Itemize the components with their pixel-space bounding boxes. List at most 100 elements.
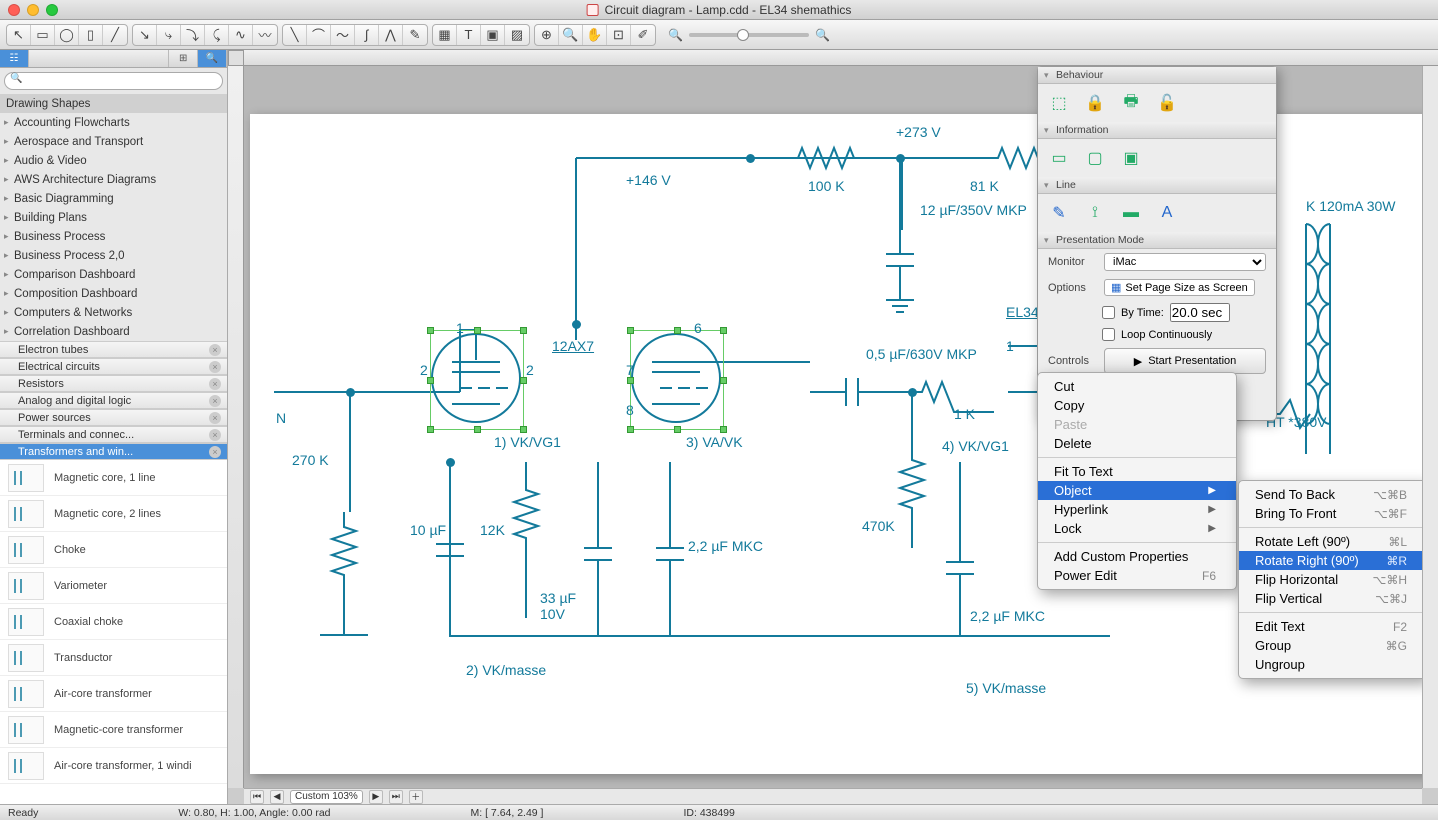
pan-icon[interactable]: ✋	[583, 25, 607, 45]
category-item[interactable]: Comparison Dashboard	[0, 265, 227, 284]
menu-item[interactable]: Power EditF6	[1038, 566, 1236, 585]
page-last-icon[interactable]: ⏭	[389, 790, 403, 804]
pointer-tool[interactable]: ↖	[7, 25, 31, 45]
menu-item[interactable]: Bring To Front⌥⌘F	[1239, 504, 1422, 523]
page-first-icon[interactable]: ⏮	[250, 790, 264, 804]
start-presentation-button[interactable]: ▶ Start Presentation	[1104, 348, 1266, 374]
category-item[interactable]: Correlation Dashboard	[0, 322, 227, 341]
draw-arc[interactable]: ⌒	[307, 25, 331, 45]
info-data-icon[interactable]: ▣	[1120, 147, 1142, 169]
ruler-vertical[interactable]	[228, 66, 244, 788]
minimize-icon[interactable]	[27, 4, 39, 16]
bytime-input[interactable]	[1170, 303, 1230, 322]
menu-item[interactable]: Send To Back⌥⌘B	[1239, 485, 1422, 504]
print-icon[interactable]: 🖶	[1120, 92, 1142, 114]
category-item[interactable]: Composition Dashboard	[0, 284, 227, 303]
shape-item[interactable]: Choke	[0, 532, 227, 568]
menu-item[interactable]: Copy	[1038, 396, 1236, 415]
close-library-icon[interactable]: ×	[209, 395, 221, 407]
category-item[interactable]: Aerospace and Transport	[0, 132, 227, 151]
category-item[interactable]: Business Process	[0, 227, 227, 246]
shape-item[interactable]: Coaxial choke	[0, 604, 227, 640]
rect-tool[interactable]: ▭	[31, 25, 55, 45]
open-library[interactable]: Terminals and connec...×	[0, 426, 227, 443]
close-icon[interactable]	[8, 4, 20, 16]
tab-grid[interactable]: ⊞	[169, 50, 198, 67]
connector-spline[interactable]: 〰	[253, 25, 277, 45]
menu-item[interactable]: Flip Vertical⌥⌘J	[1239, 589, 1422, 608]
shape-item[interactable]: Air-core transformer	[0, 676, 227, 712]
insert-image[interactable]: ▣	[481, 25, 505, 45]
menu-item[interactable]: Delete	[1038, 434, 1236, 453]
selection-box[interactable]	[430, 330, 524, 430]
page-next-icon[interactable]: ▶	[369, 790, 383, 804]
zoom-icon[interactable]: 🔍	[559, 25, 583, 45]
shape-item[interactable]: Magnetic core, 1 line	[0, 460, 227, 496]
draw-freehand[interactable]: ✎	[403, 25, 427, 45]
menu-item[interactable]: Ungroup	[1239, 655, 1422, 674]
zoom-out-icon[interactable]: 🔍	[668, 28, 683, 42]
open-library[interactable]: Resistors×	[0, 375, 227, 392]
open-library[interactable]: Analog and digital logic×	[0, 392, 227, 409]
menu-item[interactable]: Object▶	[1038, 481, 1236, 500]
tab-list[interactable]	[29, 50, 169, 67]
open-library[interactable]: Power sources×	[0, 409, 227, 426]
line-text-icon[interactable]: A	[1156, 202, 1178, 224]
close-library-icon[interactable]: ×	[209, 378, 221, 390]
inspector-section-information[interactable]: Information	[1038, 122, 1276, 139]
draw-spline[interactable]: 〜	[331, 25, 355, 45]
shape-item[interactable]: Variometer	[0, 568, 227, 604]
close-library-icon[interactable]: ×	[209, 412, 221, 424]
bytime-checkbox[interactable]	[1102, 306, 1115, 319]
zoom-select[interactable]: Custom 103%	[290, 790, 363, 804]
open-library[interactable]: Transformers and win...×	[0, 443, 227, 460]
crop-icon[interactable]: ⊡	[607, 25, 631, 45]
selection-box[interactable]	[630, 330, 724, 430]
connector-direct[interactable]: ↘	[133, 25, 157, 45]
close-library-icon[interactable]: ×	[209, 344, 221, 356]
category-item[interactable]: Basic Diagramming	[0, 189, 227, 208]
shape-item[interactable]: Magnetic core, 2 lines	[0, 496, 227, 532]
connector-bezier[interactable]: ∿	[229, 25, 253, 45]
zoom-thumb[interactable]	[737, 29, 749, 41]
close-library-icon[interactable]: ×	[209, 429, 221, 441]
inspector-section-line[interactable]: Line	[1038, 177, 1276, 194]
connector-round[interactable]: ⤹	[205, 25, 229, 45]
category-item[interactable]: Business Process 2,0	[0, 246, 227, 265]
page-prev-icon[interactable]: ◀	[270, 790, 284, 804]
menu-item[interactable]: Hyperlink▶	[1038, 500, 1236, 519]
tab-tree[interactable]: ☷	[0, 50, 29, 67]
context-submenu-object[interactable]: Send To Back⌥⌘BBring To Front⌥⌘F Rotate L…	[1238, 480, 1422, 679]
open-library[interactable]: Electron tubes×	[0, 341, 227, 358]
inspector-section-behaviour[interactable]: Behaviour	[1038, 67, 1276, 84]
page-add-icon[interactable]: ＋	[409, 790, 423, 804]
menu-item[interactable]: Lock▶	[1038, 519, 1236, 538]
line-tool[interactable]: ╱	[103, 25, 127, 45]
menu-item[interactable]: Edit TextF2	[1239, 617, 1422, 636]
connector-smart[interactable]: ⤷	[157, 25, 181, 45]
unlock-icon[interactable]: 🔓	[1156, 92, 1178, 114]
draw-bezier[interactable]: ∫	[355, 25, 379, 45]
menu-item[interactable]: Cut	[1038, 377, 1236, 396]
zoom-slider[interactable]: 🔍 🔍	[668, 28, 830, 42]
close-library-icon[interactable]: ×	[209, 446, 221, 458]
inspector-section-presentation[interactable]: Presentation Mode	[1038, 232, 1276, 249]
ruler-horizontal[interactable]	[244, 50, 1438, 66]
menu-item[interactable]: Rotate Left (90º)⌘L	[1239, 532, 1422, 551]
text-tool[interactable]: ▯	[79, 25, 103, 45]
vertical-scrollbar[interactable]	[1422, 66, 1438, 788]
menu-item[interactable]: Flip Horizontal⌥⌘H	[1239, 570, 1422, 589]
menu-item[interactable]: Group⌘G	[1239, 636, 1422, 655]
close-library-icon[interactable]: ×	[209, 361, 221, 373]
menu-item[interactable]: Add Custom Properties	[1038, 547, 1236, 566]
shape-item[interactable]: Transductor	[0, 640, 227, 676]
shape-item[interactable]: Air-core transformer, 1 windi	[0, 748, 227, 784]
inspector-panel[interactable]: Behaviour ⬚ 🔒 🖶 🔓 Information ▭ ▢ ▣ Line…	[1037, 66, 1277, 421]
loop-checkbox[interactable]	[1102, 328, 1115, 341]
line-end-icon[interactable]: ⟟	[1084, 202, 1106, 224]
set-page-size-button[interactable]: ▦Set Page Size as Screen	[1104, 279, 1255, 296]
maximize-icon[interactable]	[46, 4, 58, 16]
draw-polyline[interactable]: ⋀	[379, 25, 403, 45]
edit-icon[interactable]: ✐	[631, 25, 655, 45]
zoom-track[interactable]	[689, 33, 809, 37]
